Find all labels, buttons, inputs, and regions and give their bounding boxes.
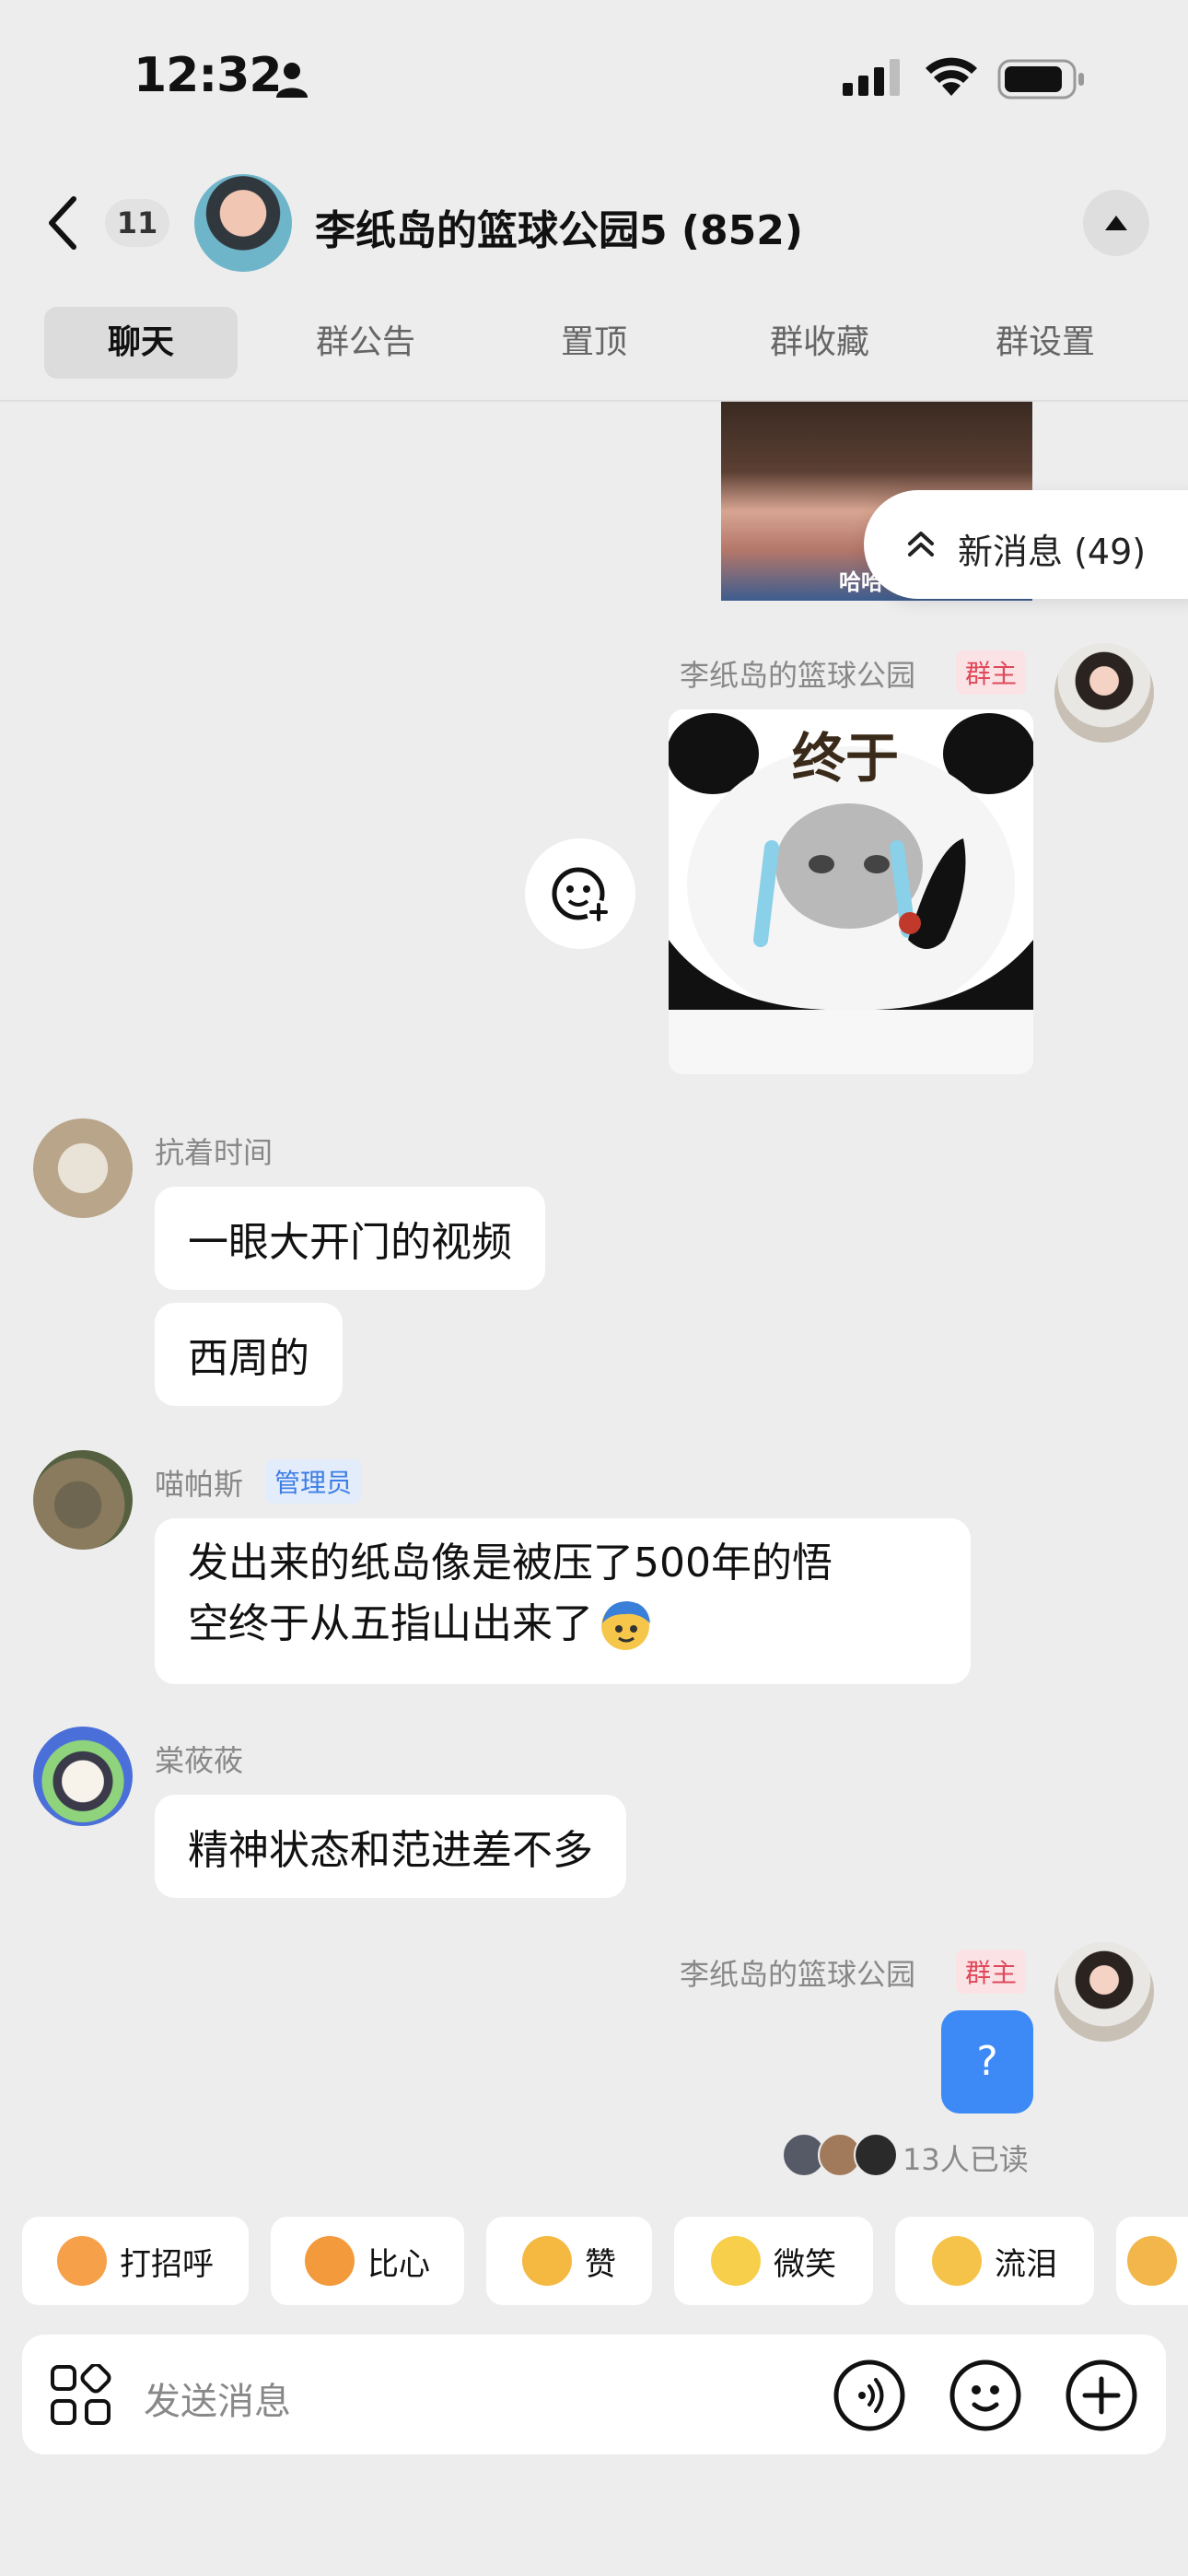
read-avatars[interactable] [782,2133,899,2181]
quick-reply-label: 微笑 [774,2245,836,2283]
read-receipt[interactable]: 13人已读 [903,2137,1029,2179]
tab-chat[interactable]: 聊天 [44,307,238,379]
admin-badge: 管理员 [265,1459,362,1504]
message-text-line: 空终于从五指山出来了 [188,1594,938,1655]
sticker-caption: 终于 [792,727,900,790]
cellular-signal-icon [843,59,900,96]
wave-emoji-icon [57,2236,107,2286]
person-icon [276,63,308,98]
plus-icon[interactable] [1065,2359,1138,2432]
back-chevron-icon[interactable] [44,195,81,251]
smile-emoji-icon [711,2236,761,2286]
group-title[interactable]: 李纸岛的篮球公园5 (852) [315,197,803,256]
message-input-bar[interactable]: 发送消息 [22,2335,1166,2454]
quick-reply-label: 比心 [367,2245,430,2283]
quick-reply-label: 赞 [585,2245,616,2283]
quick-reply-like[interactable]: 赞 [486,2217,652,2305]
quick-reply-label: 打招呼 [120,2245,214,2283]
emoji-plus-icon [552,867,611,924]
sender-name: 抗着时间 [155,1135,274,1170]
avatar[interactable] [33,1727,133,1826]
sender-name: 李纸岛的篮球公园 [680,658,916,693]
quick-reply-label: 流泪 [995,2245,1057,2283]
avatar[interactable] [1054,1942,1154,2042]
quick-reply-more[interactable] [1116,2217,1188,2305]
emoji-icon[interactable] [949,2359,1022,2432]
quick-reply-smile[interactable]: 微笑 [674,2217,873,2305]
thumbs-up-emoji-icon [522,2236,572,2286]
quick-reply-greet[interactable]: 打招呼 [22,2217,249,2305]
message-bubble[interactable]: 发出来的纸岛像是被压了500年的悟 空终于从五指山出来了 [155,1518,971,1684]
quick-reply-heart[interactable]: 比心 [271,2217,464,2305]
tab-pinned[interactable]: 置顶 [497,307,691,379]
double-chevron-up-icon [908,532,934,556]
sender-name: 喵帕斯 [155,1467,244,1502]
new-messages-label: 新消息 (49) [958,532,1147,572]
message-bubble[interactable]: 一眼大开门的视频 [155,1187,545,1290]
message-bubble[interactable]: 精神状态和范进差不多 [155,1795,626,1898]
battery-icon [997,59,1084,100]
message-text-line: 发出来的纸岛像是被压了500年的悟 [188,1540,833,1587]
collapse-button[interactable] [1083,190,1149,256]
owner-badge: 群主 [956,1950,1027,1994]
group-avatar[interactable] [194,174,292,272]
tab-favorites[interactable]: 群收藏 [723,307,916,379]
avatar[interactable] [33,1118,133,1218]
new-messages-button[interactable]: 新消息 (49) [864,490,1188,599]
add-sticker-button[interactable] [525,838,635,949]
apps-grid-icon[interactable] [50,2364,112,2427]
emoji-icon [1127,2236,1177,2286]
tab-settings[interactable]: 群设置 [949,307,1142,379]
emoji-icon [601,1601,650,1650]
voice-icon[interactable] [833,2359,906,2432]
avatar [854,2133,899,2177]
sticker-message[interactable]: 终于 [669,709,1033,1074]
wifi-icon [926,57,977,96]
quick-reply-cry[interactable]: 流泪 [895,2217,1094,2305]
avatar[interactable] [1054,643,1154,743]
avatar[interactable] [33,1450,133,1550]
crying-emoji-icon [932,2236,982,2286]
tab-announcement[interactable]: 群公告 [269,307,462,379]
owner-badge: 群主 [956,650,1027,695]
caret-up-icon [1105,216,1127,230]
unread-count-badge[interactable]: 11 [105,199,169,247]
message-bubble[interactable]: 西周的 [155,1303,343,1406]
message-input[interactable]: 发送消息 [144,2371,291,2425]
message-bubble-self[interactable]: ? [941,2010,1033,2113]
sender-name: 棠莜莜 [155,1743,244,1778]
heart-hand-emoji-icon [305,2236,355,2286]
status-time: 12:32 [134,48,283,103]
sender-name: 李纸岛的篮球公园 [680,1957,916,1992]
message-text-line-end: 空终于从五指山出来了 [188,1600,593,1647]
